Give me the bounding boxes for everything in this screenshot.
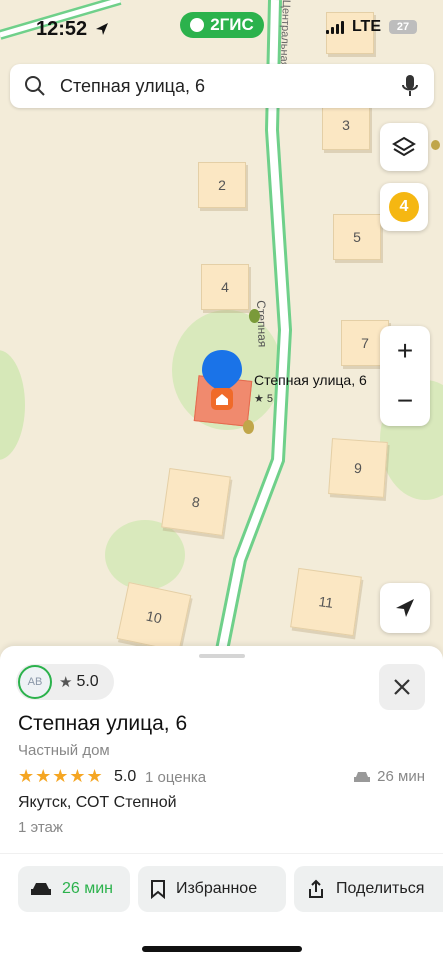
tree-icon (249, 309, 260, 323)
car-icon (31, 883, 51, 895)
rating-pill[interactable]: АВ ★ 5.0 (16, 664, 114, 700)
close-icon (394, 679, 410, 695)
house-11[interactable]: 11 (290, 567, 362, 637)
share-button[interactable]: Поделиться (294, 866, 443, 912)
brand-name: 2ГИС (210, 15, 254, 34)
pin-rating: ★ 5 (254, 393, 274, 405)
place-type: Частный дом (18, 742, 110, 759)
layers-icon (392, 136, 416, 157)
tree-icon (243, 420, 254, 434)
place-floors: 1 этаж (18, 819, 63, 836)
search-input[interactable]: Степная улица, 6 (60, 76, 205, 97)
house-5[interactable]: 5 (333, 214, 381, 260)
rating-score: 5.0 (114, 768, 137, 785)
route-button[interactable]: 26 мин (18, 866, 130, 912)
rating-value: 5.0 (76, 673, 99, 690)
layers-count-button[interactable]: 4 (380, 183, 428, 231)
star-icon: ★ (59, 674, 73, 691)
divider (0, 853, 443, 854)
status-time: 12:52 (36, 18, 88, 40)
place-address: Якутск, СОТ Степной (18, 794, 177, 811)
status-indicators: LTE 27 (325, 18, 417, 36)
favorite-button[interactable]: Избранное (138, 866, 286, 912)
search-icon (25, 76, 45, 96)
road-label: Степная (254, 300, 270, 348)
battery-icon: 27 (389, 20, 417, 34)
zoom-out-button[interactable]: − (380, 376, 430, 426)
brand-badge: 2ГИС (180, 12, 264, 38)
network-type: LTE (351, 18, 381, 35)
microphone-icon[interactable] (400, 74, 420, 98)
layers-count-badge: 4 (389, 192, 419, 222)
bookmark-icon (151, 880, 165, 899)
rating-stars: ★★★★★ (18, 766, 104, 786)
brand-logo-icon (190, 18, 205, 32)
house-2[interactable]: 2 (198, 162, 246, 208)
avatar: АВ (18, 665, 52, 699)
place-title: Степная улица, 6 (18, 712, 188, 735)
house-9[interactable]: 9 (328, 438, 388, 498)
zoom-control[interactable]: + − (380, 326, 430, 426)
zoom-in-button[interactable]: + (380, 326, 430, 376)
house-8[interactable]: 8 (161, 467, 231, 537)
pin-label: Степная улица, 6 (254, 372, 367, 388)
drive-time: 26 мин (353, 768, 425, 785)
close-button[interactable] (379, 664, 425, 710)
home-indicator (142, 946, 302, 952)
navigation-arrow-icon (396, 599, 414, 617)
signal-icon (325, 20, 344, 34)
location-arrow-icon (96, 23, 108, 35)
status-bar: 12:52 2ГИС LTE 27 (0, 0, 443, 58)
sheet-handle[interactable] (199, 654, 245, 658)
my-location-button[interactable] (380, 583, 430, 633)
share-icon (309, 879, 323, 898)
layers-button[interactable] (380, 123, 428, 171)
tree-icon (431, 140, 440, 150)
car-icon (354, 771, 371, 782)
place-card[interactable]: АВ ★ 5.0 Степная улица, 6 Частный дом ★★… (0, 646, 443, 960)
rating-count[interactable]: 1 оценка (145, 769, 206, 786)
location-pin-icon[interactable] (200, 346, 244, 410)
search-bar[interactable]: Степная улица, 6 (10, 64, 434, 108)
house-4[interactable]: 4 (201, 264, 249, 310)
